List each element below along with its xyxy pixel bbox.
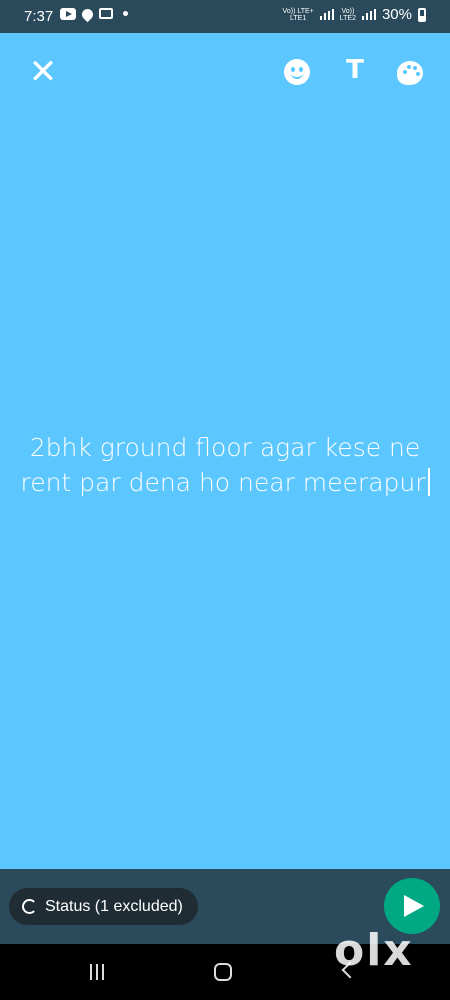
signal-1-icon	[319, 9, 334, 20]
status-text-input[interactable]: 2bhk ground floor agar kese ne rent par …	[10, 430, 440, 500]
status-editor-canvas[interactable]: ✕ T 2bhk ground floor agar kese ne rent …	[0, 33, 450, 869]
network-label-2: Vo)) LTE2	[339, 7, 356, 22]
system-icons: Vo)) LTE+ LTE1 Vo)) LTE2 30%	[283, 6, 426, 23]
home-icon[interactable]	[214, 963, 232, 981]
notification-icons	[60, 6, 128, 23]
recent-apps-icon[interactable]	[89, 964, 105, 980]
privacy-icon	[22, 899, 37, 914]
battery-icon	[418, 7, 426, 22]
status-text-content[interactable]: 2bhk ground floor agar kese ne rent par …	[20, 433, 425, 497]
signal-2-icon	[361, 9, 376, 20]
olx-watermark-logo: olx	[334, 925, 414, 976]
status-bar: 7:37 Vo)) LTE+ LTE1 Vo)) LTE2 30%	[0, 0, 450, 33]
palette-icon[interactable]	[397, 61, 423, 85]
more-notifications-icon	[123, 11, 128, 16]
status-audience-label: Status (1 excluded)	[45, 898, 183, 915]
close-icon[interactable]: ✕	[28, 55, 58, 89]
status-audience-button[interactable]: Status (1 excluded)	[9, 888, 198, 925]
network-label-1: Vo)) LTE+ LTE1	[282, 7, 314, 22]
location-icon	[79, 6, 96, 23]
battery-percent: 30%	[381, 6, 412, 23]
text-style-icon[interactable]: T	[342, 55, 368, 85]
youtube-icon	[60, 7, 76, 20]
text-caret	[427, 468, 430, 496]
gallery-icon	[99, 8, 113, 19]
status-time: 7:37	[24, 8, 54, 25]
emoji-icon[interactable]	[284, 59, 310, 85]
